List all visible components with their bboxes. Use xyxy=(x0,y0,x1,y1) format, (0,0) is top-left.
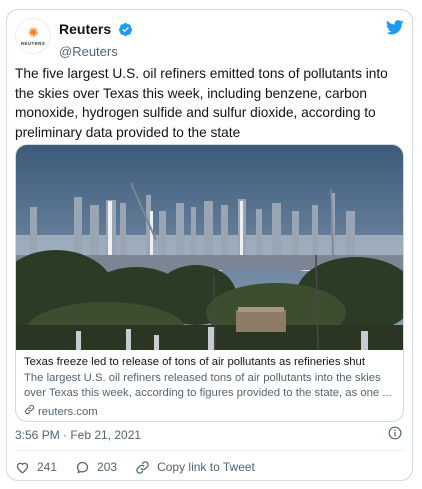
verified-badge-icon xyxy=(118,22,133,42)
tweet-text: The five largest U.S. oil refiners emitt… xyxy=(15,66,388,140)
like-button[interactable]: 241 xyxy=(15,460,57,475)
card-title[interactable]: Texas freeze led to release of tons of a… xyxy=(24,355,395,370)
card-body: Texas freeze led to release of tons of a… xyxy=(24,355,395,420)
twitter-bird-icon[interactable] xyxy=(385,20,404,40)
tweet-header: ✺ REUTERS Reuters @Reuters xyxy=(15,18,404,59)
avatar[interactable]: ✺ REUTERS xyxy=(15,18,51,54)
card-domain[interactable]: reuters.com xyxy=(24,404,395,420)
link-icon xyxy=(135,460,150,475)
heart-icon xyxy=(15,460,30,475)
author-names: Reuters @Reuters xyxy=(59,21,133,59)
link-icon xyxy=(24,404,35,420)
copy-link-label: Copy link to Tweet xyxy=(157,460,255,474)
reply-icon xyxy=(75,460,90,475)
refinery-photo xyxy=(16,145,403,350)
reply-button[interactable]: 203 xyxy=(75,460,117,475)
link-card[interactable]: Texas freeze led to release of tons of a… xyxy=(15,144,404,422)
action-bar: 241 203 Copy link to Tweet xyxy=(15,457,273,477)
info-icon[interactable] xyxy=(388,426,402,445)
reuters-logo-icon: ✺ xyxy=(28,25,39,40)
tweet-timestamp[interactable]: 3:56 PM · Feb 21, 2021 xyxy=(15,428,141,442)
handle[interactable]: @Reuters xyxy=(59,44,133,59)
display-name[interactable]: Reuters xyxy=(59,21,111,37)
reply-count: 203 xyxy=(97,460,118,474)
card-description: The largest U.S. oil refiners released t… xyxy=(24,372,392,399)
avatar-label: REUTERS xyxy=(20,41,46,46)
copy-link-button[interactable]: Copy link to Tweet xyxy=(135,460,255,475)
tweet-card[interactable]: ✺ REUTERS Reuters @Reuters The five larg… xyxy=(6,9,413,481)
like-count: 241 xyxy=(37,460,58,474)
divider xyxy=(15,450,404,451)
card-domain-text: reuters.com xyxy=(38,405,98,418)
